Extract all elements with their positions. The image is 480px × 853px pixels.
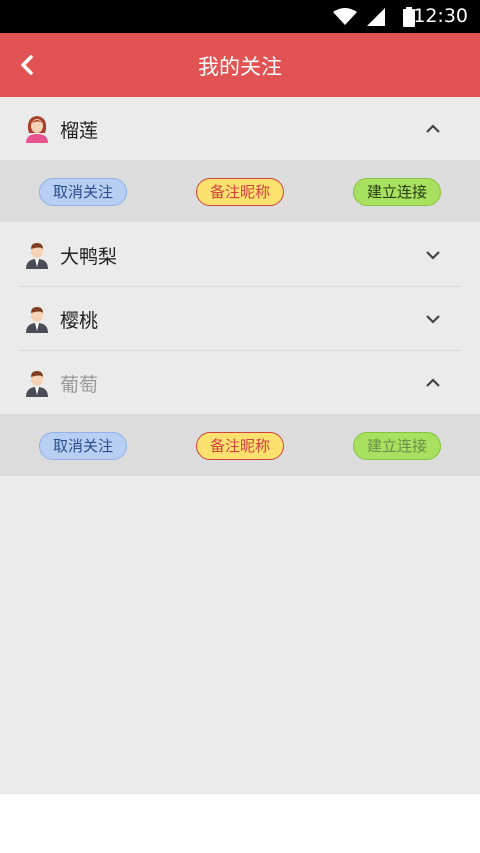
contact-row-liulian[interactable]: 榴莲 xyxy=(0,97,480,160)
status-time: 12:30 xyxy=(413,5,468,27)
chevron-up-icon[interactable] xyxy=(424,375,442,389)
contact-name: 大鸭梨 xyxy=(60,246,118,268)
bottom-area xyxy=(0,794,480,853)
contact-row-putao[interactable]: 葡萄 xyxy=(0,351,480,414)
unfollow-button[interactable]: 取消关注 xyxy=(39,432,127,460)
contact-name: 榴莲 xyxy=(60,120,99,142)
page-title: 我的关注 xyxy=(198,55,282,79)
contact-row-dayali[interactable]: 大鸭梨 xyxy=(0,223,480,286)
chevron-down-icon[interactable] xyxy=(424,311,442,325)
chevron-up-icon[interactable] xyxy=(424,121,442,135)
remark-nickname-button[interactable]: 备注昵称 xyxy=(196,178,284,206)
male-avatar-icon xyxy=(25,305,49,333)
contact-name: 樱桃 xyxy=(60,310,99,332)
contact-row-yingtao[interactable]: 樱桃 xyxy=(0,287,480,350)
status-bar: 12:30 xyxy=(0,0,480,33)
connect-button[interactable]: 建立连接 xyxy=(353,178,441,206)
contact-actions-liulian: 取消关注 备注昵称 建立连接 xyxy=(0,160,480,222)
male-avatar-icon xyxy=(25,241,49,269)
signal-icon xyxy=(367,8,385,30)
follow-list: 榴莲 取消关注 备注昵称 建立连接 大鸭梨 樱桃 葡萄 取消关注 备注昵称 建立… xyxy=(0,97,480,794)
connect-button[interactable]: 建立连接 xyxy=(353,432,441,460)
female-avatar-icon xyxy=(25,115,49,143)
male-avatar-icon xyxy=(25,369,49,397)
contact-actions-putao: 取消关注 备注昵称 建立连接 xyxy=(0,414,480,476)
remark-nickname-button[interactable]: 备注昵称 xyxy=(196,432,284,460)
chevron-down-icon[interactable] xyxy=(424,247,442,261)
contact-name: 葡萄 xyxy=(60,374,99,396)
wifi-icon xyxy=(333,8,357,30)
app-bar: 我的关注 xyxy=(0,33,480,97)
unfollow-button[interactable]: 取消关注 xyxy=(39,178,127,206)
